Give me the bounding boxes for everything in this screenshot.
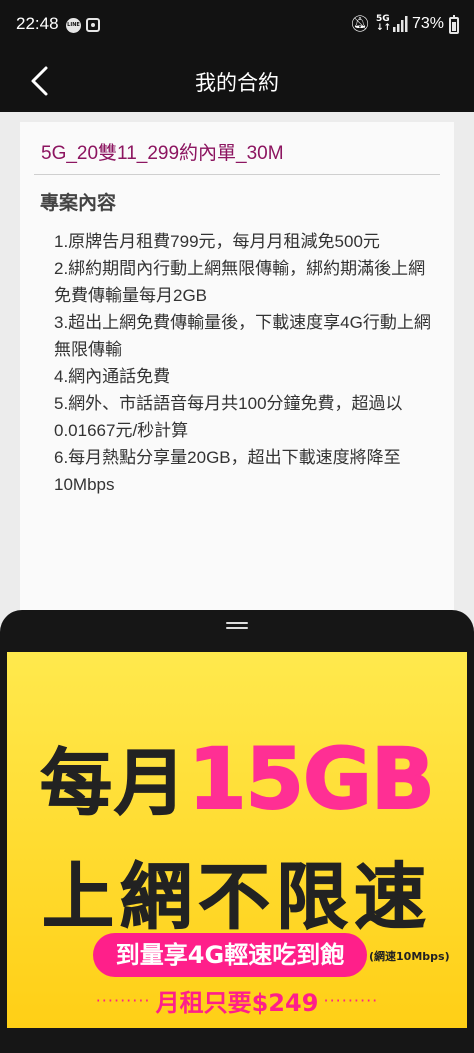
app-bar: 我的合約: [0, 50, 474, 112]
plan-name: 5G_20雙11_299約內單_30M: [41, 143, 284, 164]
contract-content[interactable]: 5G_20雙11_299約內單_30M 專案內容 1.原牌告月租費799元，每月…: [0, 112, 474, 637]
banner-headline: 每月15GB: [7, 724, 467, 829]
banner-headline-data: 15GB: [187, 729, 436, 829]
divider: [34, 174, 440, 175]
page-title: 我的合約: [195, 72, 279, 95]
notification-icon: [86, 18, 100, 32]
decorative-dots: ·········: [323, 991, 379, 1010]
line-app-icon: LINE: [66, 18, 81, 33]
decorative-dots: ·········: [95, 991, 151, 1010]
banner-price-line: ········· 月租只要$249 ·········: [7, 983, 467, 1018]
banner-subheadline: 上網不限速: [41, 855, 432, 940]
battery-percentage: 73%: [412, 15, 445, 32]
promo-bottom-sheet: 每月15GB 上網不限速 到量享4G輕速吃到飽 (網速10Mbps) ·····…: [0, 610, 474, 1053]
section-title: 專案內容: [40, 193, 117, 214]
status-bar: 22:48 LINE 🔕︎ 5G ↓↑ 73%: [0, 0, 474, 50]
contract-card: 5G_20雙11_299約內單_30M 專案內容 1.原牌告月租費799元，每月…: [20, 122, 454, 637]
signal-icon: [393, 16, 408, 32]
list-item: 5.網外、市話語音每月共100分鐘免費，超過以0.01667元/秒計算: [54, 394, 403, 440]
banner-pill: 到量享4G輕速吃到飽: [93, 933, 367, 977]
banner-price: 月租只要$249: [155, 989, 319, 1017]
banner-headline-monthly: 每月: [40, 741, 189, 826]
status-time: 22:48: [16, 14, 59, 33]
promo-banner[interactable]: 每月15GB 上網不限速 到量享4G輕速吃到飽 (網速10Mbps) ·····…: [7, 652, 467, 1028]
list-item: 3.超出上網免費傳輸量後，下載速度享4G行動上網無限傳輸: [54, 313, 431, 359]
list-item: 2.綁約期間內行動上網無限傳輸，綁約期滿後上網免費傳輸量每月2GB: [54, 259, 426, 305]
mute-icon: 🔕︎: [350, 14, 371, 33]
plan-details-list: 1.原牌告月租費799元，每月月租減免500元 2.綁約期間內行動上網無限傳輸，…: [54, 228, 432, 498]
network-type-5g: 5G ↓↑: [376, 14, 392, 33]
banner-speed-note: (網速10Mbps): [369, 950, 450, 963]
list-item: 4.網內通話免費: [54, 367, 171, 386]
list-item: 1.原牌告月租費799元，每月月租減免500元: [54, 232, 380, 251]
battery-icon: [449, 15, 459, 34]
sheet-drag-handle[interactable]: [226, 622, 248, 630]
list-item: 6.每月熱點分享量20GB，超出下載速度將降至10Mbps: [54, 448, 401, 494]
